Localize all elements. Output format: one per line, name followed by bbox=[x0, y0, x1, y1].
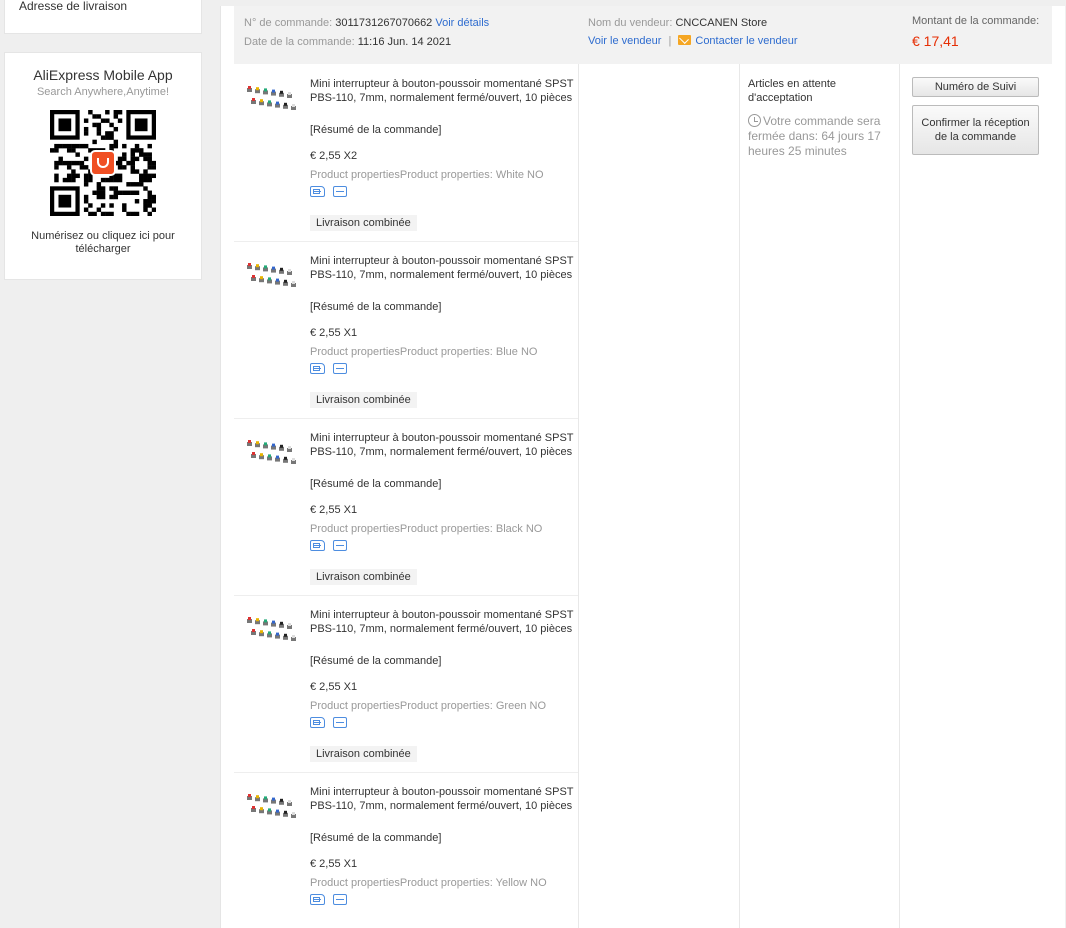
aliexpress-logo-icon bbox=[90, 150, 116, 176]
product-title[interactable]: Mini interrupteur à bouton-poussoir mome… bbox=[310, 431, 576, 459]
download-app-link[interactable]: Numérisez ou cliquez ici pour télécharge… bbox=[5, 230, 201, 256]
order-number: 3011731267070662 bbox=[335, 17, 433, 29]
view-seller-link[interactable]: Voir le vendeur bbox=[588, 35, 661, 47]
product-thumbnail[interactable] bbox=[244, 611, 298, 647]
snapshot-icon[interactable] bbox=[333, 186, 347, 197]
product-properties: Product propertiesProduct properties: Gr… bbox=[310, 700, 547, 712]
order-item: Mini interrupteur à bouton-poussoir mome… bbox=[234, 418, 578, 595]
product-thumbnail[interactable] bbox=[244, 80, 298, 116]
product-properties: Product propertiesProduct properties: Ye… bbox=[310, 877, 547, 889]
order-amount: € 17,41 bbox=[912, 33, 959, 49]
product-properties: Product propertiesProduct properties: Bl… bbox=[310, 523, 543, 535]
order-item: Mini interrupteur à bouton-poussoir mome… bbox=[234, 772, 578, 928]
product-title[interactable]: Mini interrupteur à bouton-poussoir mome… bbox=[310, 77, 576, 105]
order-panel: N° de commande: 3011731267070662 Voir dé… bbox=[220, 6, 1065, 928]
seller-links: Voir le vendeur | Contacter le vendeur bbox=[588, 35, 798, 47]
view-details-link[interactable]: Voir détails bbox=[435, 17, 489, 29]
order-summary-link[interactable]: [Résumé de la commande] bbox=[310, 832, 441, 844]
shipping-icon[interactable] bbox=[310, 363, 325, 374]
app-subtitle: Search Anywhere,Anytime! bbox=[36, 86, 170, 98]
clock-icon bbox=[748, 114, 761, 127]
order-number-label: N° de commande: bbox=[244, 17, 333, 29]
order-date-label: Date de la commande: bbox=[244, 36, 355, 48]
order-summary-link[interactable]: [Résumé de la commande] bbox=[310, 655, 441, 667]
combined-shipping-badge: Livraison combinée bbox=[310, 746, 417, 762]
combined-shipping-badge: Livraison combinée bbox=[310, 392, 417, 408]
order-timer: Votre commande sera fermée dans: 64 jour… bbox=[748, 114, 896, 159]
combined-shipping-badge: Livraison combinée bbox=[310, 215, 417, 231]
order-date-row: Date de la commande: 11:16 Jun. 14 2021 bbox=[244, 36, 451, 48]
item-icons bbox=[310, 717, 347, 728]
order-summary-link[interactable]: [Résumé de la commande] bbox=[310, 301, 441, 313]
shipping-icon[interactable] bbox=[310, 894, 325, 905]
shipping-icon[interactable] bbox=[310, 540, 325, 551]
item-price: € 2,55 X1 bbox=[310, 681, 358, 693]
item-icons bbox=[310, 540, 347, 551]
seller-row: Nom du vendeur: CNCCANEN Store bbox=[588, 17, 767, 29]
column-divider bbox=[899, 64, 900, 928]
column-divider bbox=[739, 64, 740, 928]
product-properties: Product propertiesProduct properties: Wh… bbox=[310, 169, 544, 181]
order-amount-label: Montant de la commande: bbox=[912, 15, 1040, 27]
qr-code[interactable] bbox=[50, 110, 156, 216]
combined-shipping-badge: Livraison combinée bbox=[310, 569, 417, 585]
tracking-number-button[interactable]: Numéro de Suivi bbox=[912, 77, 1039, 97]
order-number-row: N° de commande: 3011731267070662 Voir dé… bbox=[244, 17, 489, 29]
product-thumbnail[interactable] bbox=[244, 788, 298, 824]
snapshot-icon[interactable] bbox=[333, 363, 347, 374]
snapshot-icon[interactable] bbox=[333, 540, 347, 551]
product-properties: Product propertiesProduct properties: Bl… bbox=[310, 346, 538, 358]
product-title[interactable]: Mini interrupteur à bouton-poussoir mome… bbox=[310, 785, 576, 813]
confirm-receipt-button[interactable]: Confirmer la réception de la commande bbox=[912, 105, 1039, 155]
item-icons bbox=[310, 186, 347, 197]
shipping-icon[interactable] bbox=[310, 717, 325, 728]
item-price: € 2,55 X1 bbox=[310, 858, 358, 870]
item-price: € 2,55 X1 bbox=[310, 327, 358, 339]
item-icons bbox=[310, 363, 347, 374]
product-title[interactable]: Mini interrupteur à bouton-poussoir mome… bbox=[310, 254, 576, 282]
item-price: € 2,55 X1 bbox=[310, 504, 358, 516]
order-item: Mini interrupteur à bouton-poussoir mome… bbox=[234, 241, 578, 418]
order-summary-link[interactable]: [Résumé de la commande] bbox=[310, 124, 441, 136]
snapshot-icon[interactable] bbox=[333, 717, 347, 728]
seller-name: CNCCANEN Store bbox=[675, 17, 768, 29]
order-header: N° de commande: 3011731267070662 Voir dé… bbox=[234, 6, 1052, 64]
shipping-address-label[interactable]: Adresse de livraison bbox=[19, 0, 127, 13]
shipping-address-box: Adresse de livraison bbox=[4, 0, 202, 34]
snapshot-icon[interactable] bbox=[333, 894, 347, 905]
item-price: € 2,55 X2 bbox=[310, 150, 358, 162]
column-divider bbox=[578, 64, 579, 928]
order-date: 11:16 Jun. 14 2021 bbox=[357, 36, 452, 48]
order-summary-link[interactable]: [Résumé de la commande] bbox=[310, 478, 441, 490]
order-status: Articles en attente d'acceptation bbox=[748, 78, 837, 104]
seller-label: Nom du vendeur: bbox=[588, 17, 673, 29]
item-icons bbox=[310, 894, 347, 905]
mobile-app-panel: AliExpress Mobile App Search Anywhere,An… bbox=[4, 52, 202, 280]
app-title: AliExpress Mobile App bbox=[33, 67, 173, 83]
mail-icon bbox=[678, 35, 692, 45]
product-thumbnail[interactable] bbox=[244, 434, 298, 470]
product-thumbnail[interactable] bbox=[244, 257, 298, 293]
product-title[interactable]: Mini interrupteur à bouton-poussoir mome… bbox=[310, 608, 576, 636]
shipping-icon[interactable] bbox=[310, 186, 325, 197]
order-item: Mini interrupteur à bouton-poussoir mome… bbox=[234, 64, 578, 241]
contact-seller-link[interactable]: Contacter le vendeur bbox=[695, 35, 797, 47]
link-separator: | bbox=[668, 35, 672, 47]
order-item: Mini interrupteur à bouton-poussoir mome… bbox=[234, 595, 578, 772]
order-timer-text: Votre commande sera fermée dans: 64 jour… bbox=[748, 114, 881, 158]
